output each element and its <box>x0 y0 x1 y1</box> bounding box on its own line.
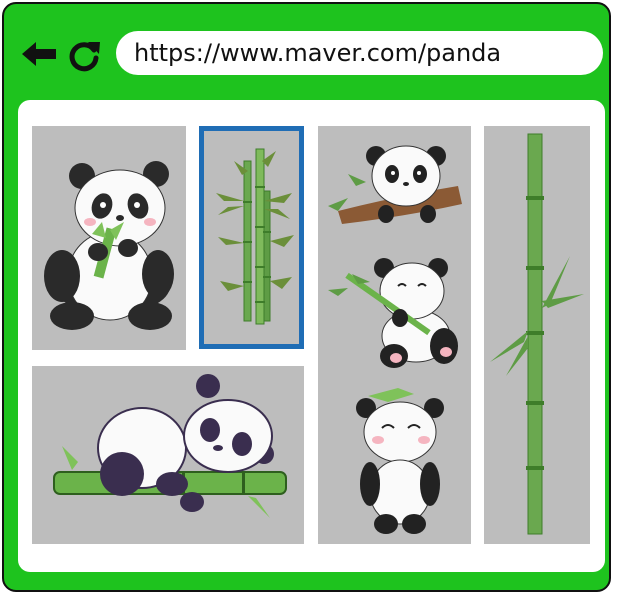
panda-eating-bamboo-image <box>44 161 174 330</box>
reload-icon[interactable] <box>66 38 102 72</box>
image-tile-panda-eating-bamboo[interactable] <box>32 126 186 350</box>
back-arrow-icon[interactable] <box>20 40 60 68</box>
url-text: https://www.maver.com/panda <box>134 39 502 67</box>
image-tile-bamboo-bush[interactable] <box>199 126 304 349</box>
image-tile-bamboo-stalk[interactable] <box>484 126 590 544</box>
browser-window: https://www.maver.com/panda <box>2 2 611 592</box>
image-gallery <box>18 100 605 572</box>
image-tile-sleeping-panda[interactable] <box>32 366 304 544</box>
bamboo-stalk-image <box>490 133 584 535</box>
sleeping-panda-image <box>53 374 287 518</box>
image-tile-three-pandas[interactable] <box>318 126 471 544</box>
bamboo-bush-image <box>216 148 294 325</box>
three-pandas-image <box>328 145 462 534</box>
address-bar[interactable]: https://www.maver.com/panda <box>116 31 603 75</box>
